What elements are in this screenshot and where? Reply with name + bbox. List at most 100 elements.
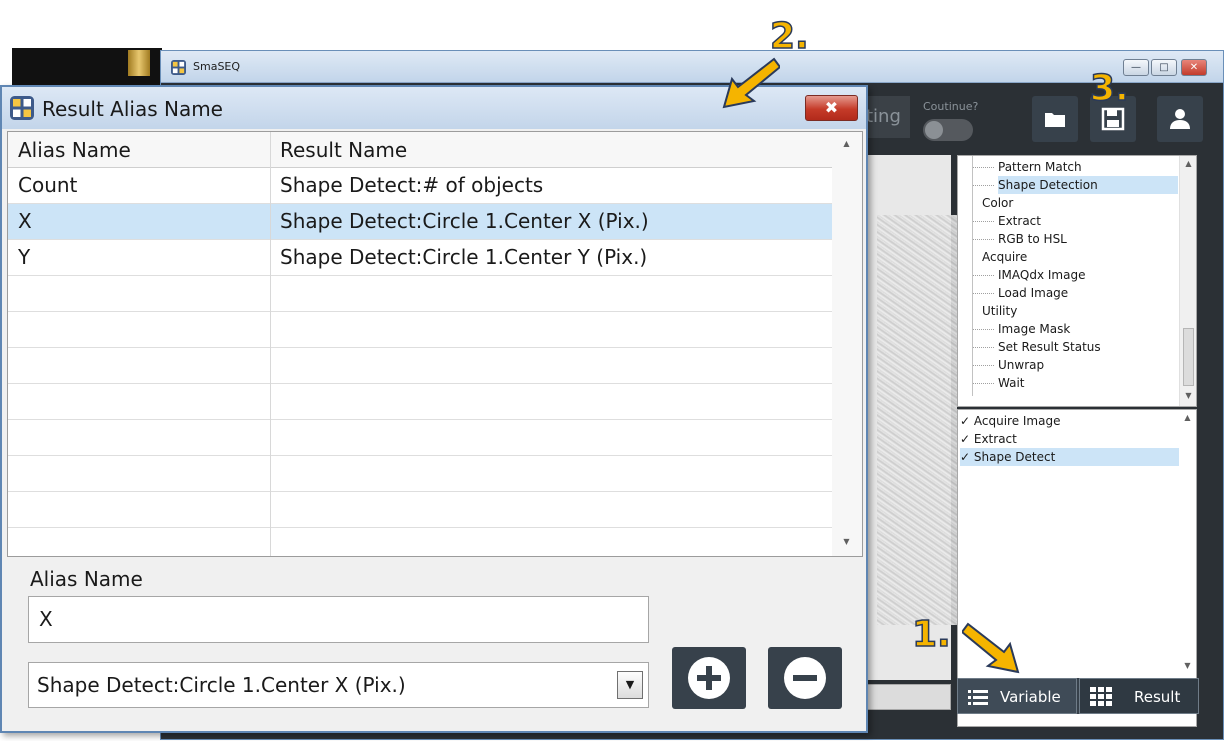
alias-cell: Y xyxy=(18,245,31,269)
step-item[interactable]: ✓ Acquire Image xyxy=(960,412,1182,430)
image-viewer[interactable] xyxy=(866,155,957,680)
dialog-title: Result Alias Name xyxy=(42,97,223,121)
table-header: Alias Name Result Name xyxy=(8,132,832,168)
app-icon xyxy=(171,60,186,75)
annotation-arrow-icon xyxy=(722,57,780,109)
annotation-step-1: 1. xyxy=(911,613,951,656)
table-row[interactable] xyxy=(8,384,832,420)
alias-name-input[interactable]: X xyxy=(28,596,649,643)
palette-item[interactable]: Unwrap xyxy=(998,356,1044,374)
palette-item[interactable]: Extract xyxy=(998,212,1041,230)
close-icon: ✖ xyxy=(824,98,839,117)
main-titlebar: SmaSEQ — □ ✕ xyxy=(161,51,1223,83)
desktop-icon xyxy=(128,50,150,76)
scroll-down-icon[interactable]: ▼ xyxy=(838,534,855,550)
setting-button-label: ting xyxy=(866,106,901,127)
add-alias-button[interactable] xyxy=(672,647,746,709)
continue-toggle[interactable] xyxy=(923,119,973,141)
column-divider xyxy=(270,132,271,556)
palette-item[interactable]: IMAQdx Image xyxy=(998,266,1085,284)
setting-button[interactable]: ting xyxy=(866,96,910,138)
continue-label: Coutinue? xyxy=(923,100,979,113)
result-cell: Shape Detect:# of objects xyxy=(280,173,544,197)
table-row[interactable]: Y Shape Detect:Circle 1.Center Y (Pix.) xyxy=(8,240,832,276)
chevron-down-icon[interactable]: ▼ xyxy=(617,671,643,699)
table-row[interactable]: Count Shape Detect:# of objects xyxy=(8,168,832,204)
tree-connector xyxy=(972,239,994,240)
tree-connector xyxy=(972,293,994,294)
result-cell: Shape Detect:Circle 1.Center X (Pix.) xyxy=(280,209,649,233)
result-select-value: Shape Detect:Circle 1.Center X (Pix.) xyxy=(37,673,406,697)
scroll-thumb[interactable] xyxy=(1183,328,1194,386)
tab-result[interactable]: Result xyxy=(1079,678,1199,714)
open-folder-button[interactable] xyxy=(1032,96,1078,142)
palette-item[interactable]: RGB to HSL xyxy=(998,230,1067,248)
palette-item[interactable]: Utility xyxy=(982,302,1017,320)
scroll-up-icon[interactable]: ▲ xyxy=(838,136,855,152)
table-row[interactable] xyxy=(8,348,832,384)
alias-table[interactable]: Alias Name Result Name Count Shape Detect… xyxy=(7,131,863,557)
tree-connector xyxy=(972,275,994,276)
tree-connector xyxy=(972,347,994,348)
result-name-select[interactable]: Shape Detect:Circle 1.Center X (Pix.) ▼ xyxy=(28,662,649,708)
result-alias-dialog: Result Alias Name ✖ Alias Name Result Na… xyxy=(0,85,868,733)
palette-item[interactable]: Set Result Status xyxy=(998,338,1101,356)
tree-connector xyxy=(972,221,994,222)
tree-connector xyxy=(972,185,994,186)
result-cell: Shape Detect:Circle 1.Center Y (Pix.) xyxy=(280,245,648,269)
dialog-close-button[interactable]: ✖ xyxy=(805,95,858,121)
palette-item[interactable]: Pattern Match xyxy=(998,158,1082,176)
table-scrollbar[interactable]: ▲ ▼ xyxy=(832,132,862,556)
table-row[interactable] xyxy=(8,420,832,456)
palette-item[interactable]: Wait xyxy=(998,374,1025,392)
tree-connector xyxy=(972,365,994,366)
remove-alias-button[interactable] xyxy=(768,647,842,709)
tree-connector xyxy=(972,167,994,168)
alias-cell: Count xyxy=(18,173,78,197)
list-icon xyxy=(968,690,988,705)
image-status-bar xyxy=(866,684,951,710)
alias-cell: X xyxy=(18,209,32,233)
plus-icon xyxy=(688,657,730,699)
maximize-button[interactable]: □ xyxy=(1151,59,1177,76)
table-row[interactable]: X Shape Detect:Circle 1.Center X (Pix.) xyxy=(8,204,832,240)
table-row[interactable] xyxy=(8,276,832,312)
table-row[interactable] xyxy=(8,312,832,348)
bottom-tab-bar: Variable Result xyxy=(957,678,1199,714)
folder-icon xyxy=(1045,113,1065,127)
table-row[interactable] xyxy=(8,456,832,492)
toggle-knob xyxy=(925,121,943,139)
step-item[interactable]: ✓ Extract xyxy=(960,430,1182,448)
tab-variable[interactable]: Variable xyxy=(957,678,1077,714)
tree-connector xyxy=(972,383,994,384)
tree-connector xyxy=(972,329,994,330)
scroll-down-icon[interactable]: ▼ xyxy=(1180,388,1196,404)
tab-result-label: Result xyxy=(1134,688,1181,706)
scroll-up-icon[interactable]: ▲ xyxy=(1180,156,1196,172)
function-palette-tree[interactable]: Pattern Match Shape Detection Color Extract… xyxy=(957,155,1197,407)
table-row[interactable] xyxy=(8,492,832,528)
app-icon xyxy=(10,96,34,120)
scroll-up-icon[interactable]: ▲ xyxy=(1179,410,1196,426)
inspection-image xyxy=(877,215,957,625)
user-icon xyxy=(1170,109,1190,129)
window-close-button[interactable]: ✕ xyxy=(1181,59,1207,76)
tab-variable-label: Variable xyxy=(1000,688,1061,706)
scroll-down-icon[interactable]: ▼ xyxy=(1179,658,1196,674)
annotation-step-2: 2. xyxy=(769,15,809,58)
palette-item[interactable]: Color xyxy=(982,194,1013,212)
user-button[interactable] xyxy=(1157,96,1203,142)
step-item[interactable]: ✓ Shape Detect xyxy=(960,448,1182,466)
column-header-result[interactable]: Result Name xyxy=(270,132,407,168)
palette-item[interactable]: Acquire xyxy=(982,248,1027,266)
alias-name-label: Alias Name xyxy=(30,567,143,591)
table-row[interactable] xyxy=(8,528,832,556)
palette-item[interactable]: Load Image xyxy=(998,284,1068,302)
column-header-alias[interactable]: Alias Name xyxy=(8,132,131,168)
palette-item[interactable]: Shape Detection xyxy=(998,176,1178,194)
annotation-step-3: 3. xyxy=(1089,67,1129,110)
annotation-arrow-icon xyxy=(962,622,1020,674)
save-icon xyxy=(1101,107,1125,131)
palette-item[interactable]: Image Mask xyxy=(998,320,1070,338)
palette-scrollbar[interactable]: ▲ ▼ xyxy=(1179,156,1196,406)
